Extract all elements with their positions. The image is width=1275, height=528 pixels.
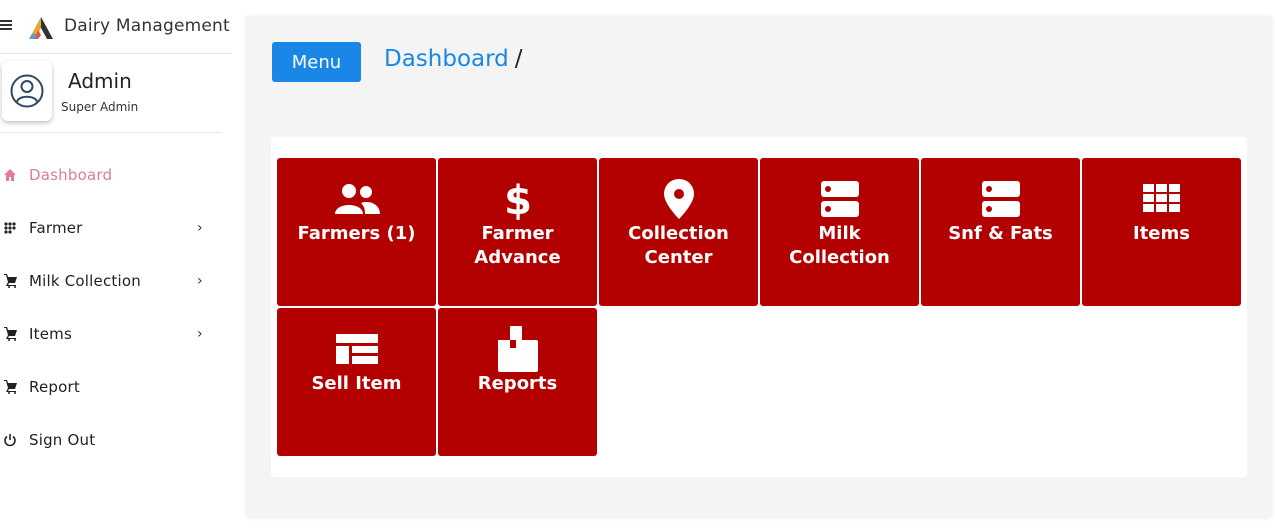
user-profile: Admin Super Admin	[0, 55, 222, 133]
tile-snf-fats[interactable]: Snf & Fats	[921, 158, 1080, 306]
home-icon	[2, 167, 18, 183]
breadcrumb: Dashboard /	[384, 46, 523, 72]
tile-sell-item[interactable]: Sell Item	[277, 308, 436, 456]
svg-text:$: $	[505, 178, 531, 220]
sidebar-item-farmer[interactable]: Farmer ›	[0, 201, 222, 254]
sidebar-item-label: Report	[29, 377, 80, 396]
profile-role: Super Admin	[61, 100, 139, 114]
tile-label: Farmer Advance	[474, 223, 561, 268]
tile-farmer-advance[interactable]: $ Farmer Advance	[438, 158, 597, 306]
dashboard-panel: Farmers (1) $ Farmer Advance Collection …	[271, 137, 1247, 477]
profile-name: Admin	[68, 69, 132, 93]
tile-label: Farmers (1)	[297, 223, 416, 244]
sidebar: Dairy Management Admin Super Admin Dashb…	[0, 0, 232, 528]
sidebar-item-label: Items	[29, 324, 72, 343]
chevron-right-icon: ›	[197, 272, 203, 289]
breadcrumb-dashboard[interactable]: Dashboard	[384, 46, 509, 72]
grid-icon	[1082, 178, 1241, 220]
avatar[interactable]	[2, 61, 52, 121]
sidebar-nav: Dashboard Farmer › Milk Collection › Ite…	[0, 148, 222, 466]
cart-icon	[2, 379, 18, 395]
tile-items[interactable]: Items	[1082, 158, 1241, 306]
tile-label: Collection Center	[628, 223, 729, 268]
tile-label: Snf & Fats	[948, 223, 1053, 244]
main-content: Menu Dashboard / Farmers (1) $ Farmer Adv…	[246, 16, 1272, 518]
dollar-icon: $	[438, 178, 597, 220]
chevron-right-icon: ›	[197, 219, 203, 236]
breadcrumb-separator: /	[514, 46, 523, 72]
user-avatar-icon	[10, 74, 44, 108]
dots-grid-icon	[2, 220, 18, 236]
sidebar-item-label: Dashboard	[29, 165, 113, 184]
app-title: Dairy Management	[64, 16, 230, 36]
sidebar-item-label: Farmer	[29, 218, 83, 237]
hamburger-icon[interactable]	[0, 18, 14, 36]
tile-milk-collection[interactable]: Milk Collection	[760, 158, 919, 306]
server-icon	[760, 178, 919, 220]
sidebar-item-milk-collection[interactable]: Milk Collection ›	[0, 254, 222, 307]
cart-icon	[2, 326, 18, 342]
server-icon	[921, 178, 1080, 220]
tile-collection-center[interactable]: Collection Center	[599, 158, 758, 306]
sidebar-item-label: Milk Collection	[29, 271, 141, 290]
table-icon	[277, 328, 436, 370]
mailbox-icon	[438, 326, 597, 372]
map-marker-icon	[599, 178, 758, 220]
sidebar-item-label: Sign Out	[29, 430, 96, 449]
cart-icon	[2, 273, 18, 289]
sidebar-item-items[interactable]: Items ›	[0, 307, 222, 360]
logo-icon	[29, 17, 53, 39]
tile-reports[interactable]: Reports	[438, 308, 597, 456]
chevron-right-icon: ›	[197, 325, 203, 342]
power-icon	[2, 432, 18, 448]
tile-farmers[interactable]: Farmers (1)	[277, 158, 436, 306]
tile-label: Milk Collection	[789, 223, 890, 268]
menu-button[interactable]: Menu	[272, 42, 361, 82]
tile-label: Sell Item	[311, 373, 402, 394]
sidebar-item-report[interactable]: Report	[0, 360, 222, 413]
sidebar-item-dashboard[interactable]: Dashboard	[0, 148, 222, 201]
users-icon	[277, 178, 436, 220]
tile-label: Reports	[477, 373, 558, 394]
sidebar-item-sign-out[interactable]: Sign Out	[0, 413, 222, 466]
brand-bar: Dairy Management	[0, 0, 232, 54]
tile-label: Items	[1133, 223, 1190, 244]
